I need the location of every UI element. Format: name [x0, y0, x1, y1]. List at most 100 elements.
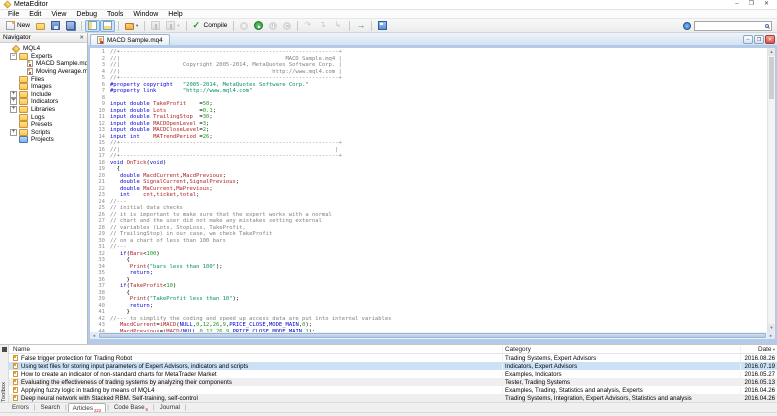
tab-code-base[interactable]: Code Base5: [110, 403, 152, 412]
debug-start-button[interactable]: [251, 20, 266, 32]
article-row[interactable]: Using text files for storing input param…: [9, 362, 777, 370]
search-icon[interactable]: [765, 24, 769, 28]
expand-icon[interactable]: +: [10, 91, 17, 98]
new-button[interactable]: New: [3, 20, 33, 32]
nav-item-projects[interactable]: Projects: [0, 136, 87, 144]
code-token: //+-------------------------------------…: [110, 153, 342, 159]
article-name: Deep neural network with Stacked RBM. Se…: [21, 395, 198, 402]
vertical-scrollbar[interactable]: ▲ ▼: [767, 48, 775, 332]
open-button[interactable]: [33, 20, 48, 32]
article-row[interactable]: Applying fuzzy logic in trading by means…: [9, 386, 777, 394]
code-token: iMACD: [163, 329, 180, 333]
tab-errors[interactable]: Errors: [8, 403, 33, 412]
nav-item-experts[interactable]: −Experts: [0, 53, 87, 61]
menu-file[interactable]: File: [3, 10, 24, 19]
open-terminal-button[interactable]: [375, 20, 390, 32]
panel-bottom-icon: [103, 21, 112, 30]
menu-tools[interactable]: Tools: [102, 10, 128, 19]
search-box[interactable]: [694, 21, 772, 31]
tab-macd-sample[interactable]: MACD Sample.mq4: [90, 34, 170, 45]
articles-table: Name Category Date False trigger protect…: [9, 345, 777, 402]
column-header-name[interactable]: Name: [9, 346, 503, 353]
article-row[interactable]: Evaluating the effectiveness of trading …: [9, 378, 777, 386]
tab-articles[interactable]: Articles222: [68, 403, 107, 412]
menu-debug[interactable]: Debug: [71, 10, 102, 19]
dock-grip[interactable]: [2, 347, 7, 352]
help-globe-icon[interactable]: [683, 22, 691, 30]
column-header-date[interactable]: Date: [741, 346, 777, 353]
tab-journal[interactable]: Journal: [156, 403, 184, 412]
nav-item-files[interactable]: Files: [0, 75, 87, 83]
nav-item-indicators[interactable]: +Indicators: [0, 98, 87, 106]
column-header-category[interactable]: Category: [503, 346, 741, 353]
menu-window[interactable]: Window: [128, 10, 163, 19]
step-into-button[interactable]: [301, 20, 316, 32]
menu-help[interactable]: Help: [163, 10, 187, 19]
code-token: //| http://www.mql4.com |: [110, 69, 342, 75]
horizontal-scroll-thumb[interactable]: [99, 333, 766, 338]
code-token: if: [120, 283, 127, 289]
breakpoint-list-button[interactable]: ▾: [163, 20, 182, 32]
toggle-breakpoint-button[interactable]: [148, 20, 163, 32]
article-row[interactable]: How to create an indicator of non-standa…: [9, 370, 777, 378]
search-input[interactable]: [697, 22, 765, 30]
article-row[interactable]: False trigger protection for Trading Rob…: [9, 354, 777, 362]
navigator-toggle-button[interactable]: [85, 20, 100, 32]
nav-item-libraries[interactable]: +Libraries: [0, 106, 87, 114]
toolbox-toggle-button[interactable]: [100, 20, 115, 32]
debug-restart-button[interactable]: [237, 20, 251, 32]
menu-view[interactable]: View: [46, 10, 71, 19]
save-all-button[interactable]: [63, 20, 78, 32]
nav-item-moving-average-mq4[interactable]: Moving Average.mq4: [0, 68, 87, 76]
nav-item-macd-sample-mq4[interactable]: MACD Sample.mq4: [0, 60, 87, 68]
nav-item-include[interactable]: +Include: [0, 91, 87, 99]
nav-item-mql4[interactable]: MQL4: [0, 45, 87, 53]
articles-rows: False trigger protection for Trading Rob…: [9, 354, 777, 402]
code-token: MODE_MAIN: [269, 322, 299, 328]
scroll-down-icon[interactable]: ▼: [768, 324, 775, 332]
nav-item-label: Moving Average.mq4: [36, 68, 87, 75]
green-arrow-icon: [356, 21, 365, 30]
document-restore-button[interactable]: ❐: [754, 35, 764, 44]
nav-item-logs[interactable]: Logs: [0, 113, 87, 121]
document-close-button[interactable]: ✕: [765, 35, 775, 44]
navigator-close-icon[interactable]: ✕: [79, 35, 84, 41]
nav-item-scripts[interactable]: +Scripts: [0, 129, 87, 137]
document-minimize-button[interactable]: –: [743, 35, 753, 44]
window-close-button[interactable]: ✕: [764, 0, 769, 9]
article-category: Trading Systems, Integration, Expert Adv…: [503, 395, 741, 402]
terminal-icon: [378, 21, 387, 30]
step-out-button[interactable]: [331, 20, 346, 32]
scroll-right-icon[interactable]: ►: [767, 332, 775, 339]
compile-button[interactable]: Compile: [190, 20, 231, 32]
data-folder-button[interactable]: ▾: [122, 20, 141, 32]
menu-edit[interactable]: Edit: [24, 10, 46, 19]
horizontal-scrollbar[interactable]: ◄ ►: [88, 332, 777, 339]
expand-icon[interactable]: +: [10, 106, 17, 113]
code-token: [130, 192, 143, 198]
debug-pause-button[interactable]: [266, 20, 280, 32]
window-maximize-button[interactable]: ❐: [749, 0, 754, 9]
vertical-scroll-thumb[interactable]: [769, 57, 774, 99]
code-token: double: [120, 173, 140, 179]
window-minimize-button[interactable]: –: [735, 0, 738, 9]
editor-tab-bar: MACD Sample.mq4 – ❐ ✕: [88, 33, 777, 45]
code-token: [110, 296, 130, 302]
code-area[interactable]: 1//+------------------------------------…: [90, 48, 767, 332]
expand-icon[interactable]: +: [10, 98, 17, 105]
nav-item-presets[interactable]: Presets: [0, 121, 87, 129]
step-over-button[interactable]: [316, 20, 331, 32]
code-token: MacdCurrent: [120, 322, 156, 328]
debug-stop-button[interactable]: [280, 20, 294, 32]
folder-icon: [19, 129, 28, 136]
collapse-icon[interactable]: −: [10, 53, 17, 60]
save-button[interactable]: [48, 20, 63, 32]
scroll-left-icon[interactable]: ◄: [90, 332, 98, 339]
continue-button[interactable]: [353, 20, 368, 32]
expand-icon[interactable]: +: [10, 129, 17, 136]
code-token: //--- to simplify the coding and speed u…: [110, 316, 391, 322]
article-row[interactable]: Deep neural network with Stacked RBM. Se…: [9, 394, 777, 402]
scroll-up-icon[interactable]: ▲: [768, 48, 775, 56]
tab-search[interactable]: Search: [36, 403, 64, 412]
nav-item-images[interactable]: Images: [0, 83, 87, 91]
